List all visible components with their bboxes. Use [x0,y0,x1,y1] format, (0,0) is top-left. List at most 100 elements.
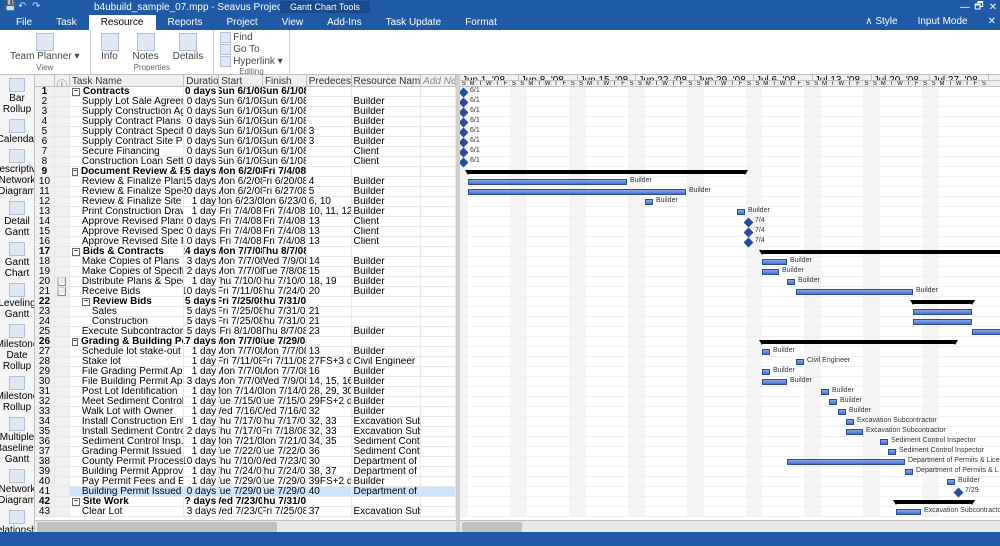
cell-resources[interactable]: Civil Engineer [352,357,422,366]
task-bar[interactable] [913,309,972,315]
task-bar[interactable] [905,469,913,475]
cell-predecessors[interactable]: 13 [307,347,352,356]
cell-resources[interactable]: Builder [352,177,422,186]
row-id[interactable]: 4 [35,117,55,126]
row-id[interactable]: 39 [35,467,55,476]
tab-file[interactable]: File [4,15,44,30]
cell-duration[interactable]: 1 day [184,417,219,426]
cell-finish[interactable]: Wed 7/23/08 [263,457,307,466]
cell-resources[interactable]: Builder [352,127,422,136]
cell-finish[interactable]: Fri 7/4/08 [263,217,307,226]
task-bar[interactable] [762,269,779,275]
row-id[interactable]: 24 [35,317,55,326]
milestone-icon[interactable] [744,237,754,247]
task-row[interactable]: 28Stake lot1 dayFri 7/11/08Fri 7/11/0827… [35,357,456,367]
cell-task-name[interactable]: Review & Finalize Plans [70,177,184,186]
cell-duration[interactable]: 5 days [184,297,219,306]
task-bar[interactable] [846,429,863,435]
find-button[interactable]: Find [220,32,282,43]
gantt-row[interactable]: 6/1 [460,97,1000,107]
task-row[interactable]: 8Construction Loan Settlement0 daysSun 6… [35,157,456,167]
cell-duration[interactable]: 0 days [184,157,219,166]
cell-start[interactable]: Sun 6/1/08 [219,97,263,106]
cell-task-name[interactable]: Grading Permit Issued [70,447,184,456]
task-row[interactable]: 39Building Permit Approved1 dayThu 7/24/… [35,467,456,477]
cell-finish[interactable]: Thu 7/24/08 [263,467,307,476]
cell-resources[interactable]: Builder [352,407,422,416]
cell-resources[interactable]: Excavation Subcontr [352,417,422,426]
gantt-row[interactable]: Department of Permits & Licen [460,457,1000,467]
cell-duration[interactable]: 10 days [184,457,219,466]
cell-start[interactable]: Mon 7/7/08 [219,347,263,356]
cell-duration[interactable]: 17 days [184,337,219,346]
task-row[interactable]: 15Approve Revised Specifications0 daysFr… [35,227,456,237]
cell-predecessors[interactable] [307,117,352,126]
task-row[interactable]: 35Install Sediment Controls2 daysThu 7/1… [35,427,456,437]
row-id[interactable]: 43 [35,507,55,516]
cell-duration[interactable]: 0 days [184,147,219,156]
milestone-icon[interactable] [460,157,468,167]
row-id[interactable]: 8 [35,157,55,166]
cell-start[interactable]: Mon 7/7/08 [219,247,263,256]
cell-predecessors[interactable]: 36 [307,447,352,456]
cell-start[interactable]: Thu 7/17/08 [219,417,263,426]
task-row[interactable]: 23Sales5 daysFri 7/25/08Thu 7/31/0821 [35,307,456,317]
gantt-row[interactable]: Builder [460,327,1000,337]
outline-toggle-icon[interactable]: − [72,88,80,96]
cell-start[interactable]: Mon 7/7/08 [219,367,263,376]
task-row[interactable]: 37Grading Permit Issued1 dayTue 7/22/08T… [35,447,456,457]
cell-start[interactable]: Mon 7/14/08 [219,387,263,396]
cell-predecessors[interactable] [307,167,352,176]
gantt-row[interactable]: 6/1 [460,117,1000,127]
cell-start[interactable]: Sun 6/1/08 [219,147,263,156]
row-id[interactable]: 12 [35,197,55,206]
cell-resources[interactable]: Department of Permi [352,487,422,496]
gantt-row[interactable]: 6/1 [460,107,1000,117]
cell-finish[interactable]: Tue 7/29/08 [263,477,307,486]
task-bar[interactable] [737,209,745,215]
cell-predecessors[interactable]: 14, 15, 16 [307,377,352,386]
team-planner-button[interactable]: Team Planner ▾ [6,32,84,63]
task-row[interactable]: 16Approve Revised Site Plan0 daysFri 7/4… [35,237,456,247]
cell-start[interactable]: Mon 7/21/08 [219,437,263,446]
cell-finish[interactable]: Thu 8/7/08 [263,247,307,256]
cell-duration[interactable]: 3 days [184,507,219,516]
task-row[interactable]: 3Supply Construction Agreement0 daysSun … [35,107,456,117]
cell-resources[interactable]: Builder [352,137,422,146]
cell-task-name[interactable]: Review & Finalize Site Plan [70,197,184,206]
cell-finish[interactable]: Fri 7/4/08 [263,167,307,176]
gantt-row[interactable]: Builder [460,347,1000,357]
cell-start[interactable]: Mon 7/7/08 [219,267,263,276]
row-id[interactable]: 2 [35,97,55,106]
task-row[interactable]: 18Make Copies of Plans3 daysMon 7/7/08We… [35,257,456,267]
row-id[interactable]: 33 [35,407,55,416]
task-row[interactable]: 13Print Construction Drawings1 dayFri 7/… [35,207,456,217]
row-id[interactable]: 10 [35,177,55,186]
cell-resources[interactable]: Client [352,217,422,226]
cell-resources[interactable]: Builder [352,397,422,406]
tab-add-ins[interactable]: Add-Ins [315,15,373,30]
cell-predecessors[interactable]: 3 [307,127,352,136]
task-row[interactable]: 42−Site Work? daysWed 7/23/08Thu 7/31/08 [35,497,456,507]
cell-start[interactable]: Sun 6/1/08 [219,157,263,166]
cell-predecessors[interactable]: 27FS+3 days [307,357,352,366]
gantt-row[interactable] [460,167,1000,177]
task-row[interactable]: 32Meet Sediment Control Inspector1 dayTu… [35,397,456,407]
milestone-icon[interactable] [460,107,468,117]
milestone-icon[interactable] [744,217,754,227]
cell-start[interactable]: Fri 7/25/08 [219,317,263,326]
cell-start[interactable]: Wed 7/23/08 [219,507,263,516]
task-row[interactable]: 40Pay Permit Fees and Excise Taxes1 dayT… [35,477,456,487]
row-id[interactable]: 9 [35,167,55,176]
cell-resources[interactable]: Builder [352,117,422,126]
task-row[interactable]: 6Supply Contract Site Plan0 daysSun 6/1/… [35,137,456,147]
milestone-icon[interactable] [460,117,468,127]
cell-duration[interactable]: 0 days [184,127,219,136]
milestone-icon[interactable] [460,127,468,137]
cell-resources[interactable] [352,317,422,326]
cell-predecessors[interactable]: 6, 10 [307,197,352,206]
gantt-row[interactable]: Civil Engineer [460,357,1000,367]
gantt-row[interactable]: Builder [460,387,1000,397]
cell-start[interactable]: Thu 7/24/08 [219,467,263,476]
cell-finish[interactable]: Tue 7/8/08 [263,267,307,276]
